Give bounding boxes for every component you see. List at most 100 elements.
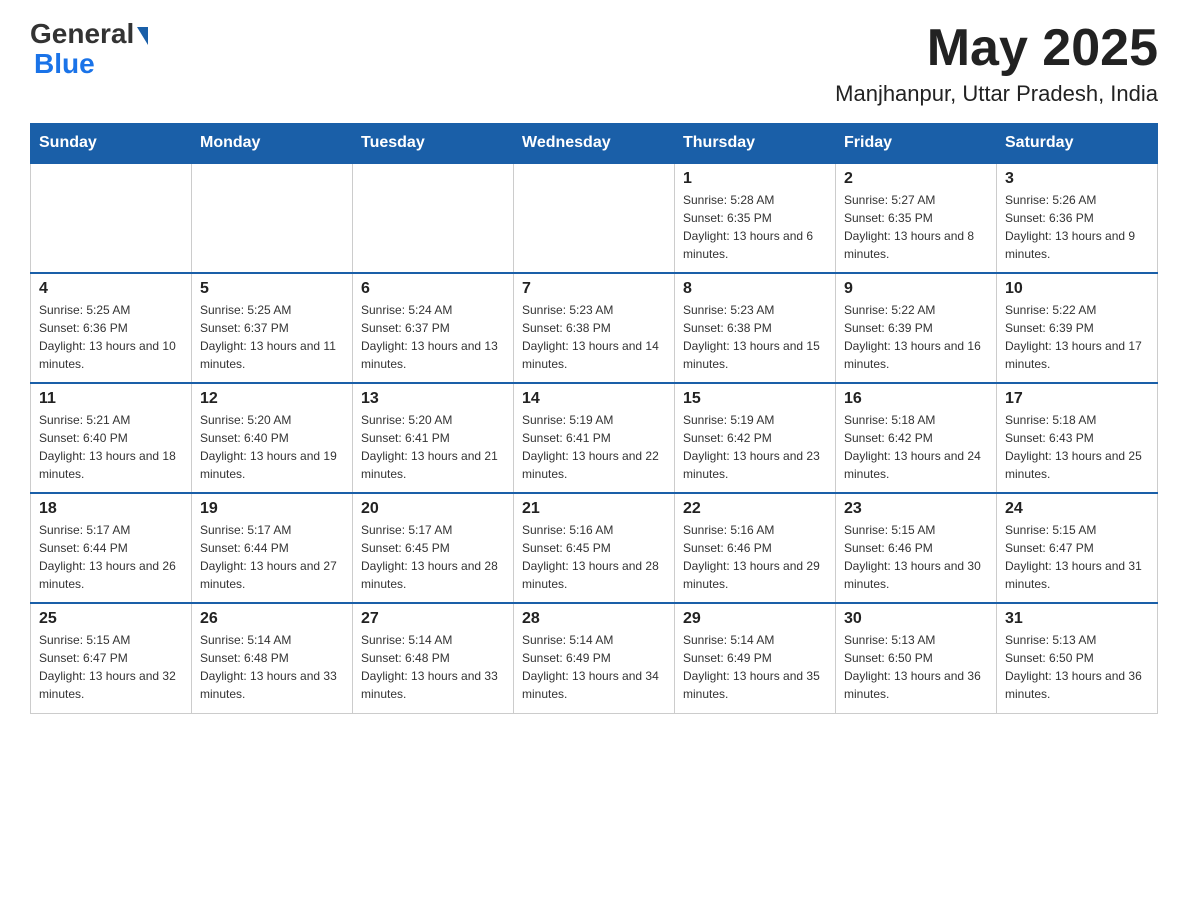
- week-row-1: 1Sunrise: 5:28 AMSunset: 6:35 PMDaylight…: [31, 163, 1158, 273]
- logo: General Blue: [30, 20, 150, 80]
- calendar-day: 15Sunrise: 5:19 AMSunset: 6:42 PMDayligh…: [675, 383, 836, 493]
- day-number: 25: [39, 610, 183, 628]
- day-info: Sunrise: 5:23 AMSunset: 6:38 PMDaylight:…: [522, 301, 666, 373]
- col-sunday: Sunday: [31, 124, 192, 164]
- calendar-day: 9 Sunrise: 5:22 AMSunset: 6:39 PMDaylight…: [836, 273, 997, 383]
- day-info: Sunrise: 5:14 AMSunset: 6:49 PMDaylight:…: [522, 631, 666, 703]
- day-info: Sunrise: 5:14 AMSunset: 6:49 PMDaylight:…: [683, 631, 827, 703]
- logo-triangle-icon: [137, 27, 148, 45]
- day-number: 29: [683, 610, 827, 628]
- calendar-day: 27 Sunrise: 5:14 AMSunset: 6:48 PMDayligh…: [353, 603, 514, 713]
- col-friday: Friday: [836, 124, 997, 164]
- calendar-day: 16 Sunrise: 5:18 AMSunset: 6:42 PMDayligh…: [836, 383, 997, 493]
- day-info: Sunrise: 5:20 AMSunset: 6:40 PMDaylight:…: [200, 411, 344, 483]
- day-number: 14: [522, 390, 666, 408]
- day-info: Sunrise: 5:19 AMSunset: 6:42 PMDaylight:…: [683, 411, 827, 483]
- day-info: Sunrise: 5:27 AMSunset: 6:35 PMDaylight:…: [844, 191, 988, 263]
- day-number: 16: [844, 390, 988, 408]
- day-info: Sunrise: 5:17 AMSunset: 6:45 PMDaylight:…: [361, 521, 505, 593]
- logo-general-text: General: [30, 20, 134, 48]
- calendar-day: 17 Sunrise: 5:18 AMSunset: 6:43 PMDayligh…: [997, 383, 1158, 493]
- day-number: 7: [522, 280, 666, 298]
- calendar-day: [31, 163, 192, 273]
- day-info: Sunrise: 5:22 AMSunset: 6:39 PMDaylight:…: [844, 301, 988, 373]
- day-info: Sunrise: 5:14 AMSunset: 6:48 PMDaylight:…: [200, 631, 344, 703]
- calendar-day: 7 Sunrise: 5:23 AMSunset: 6:38 PMDaylight…: [514, 273, 675, 383]
- day-number: 5: [200, 280, 344, 298]
- calendar-day: 28 Sunrise: 5:14 AMSunset: 6:49 PMDayligh…: [514, 603, 675, 713]
- day-number: 3: [1005, 170, 1149, 188]
- calendar-day: [514, 163, 675, 273]
- day-info: Sunrise: 5:13 AMSunset: 6:50 PMDaylight:…: [1005, 631, 1149, 703]
- calendar-day: 18 Sunrise: 5:17 AMSunset: 6:44 PMDayligh…: [31, 493, 192, 603]
- calendar-day: 25 Sunrise: 5:15 AMSunset: 6:47 PMDayligh…: [31, 603, 192, 713]
- day-info: Sunrise: 5:17 AMSunset: 6:44 PMDaylight:…: [200, 521, 344, 593]
- week-row-5: 25 Sunrise: 5:15 AMSunset: 6:47 PMDayligh…: [31, 603, 1158, 713]
- calendar-day: 13 Sunrise: 5:20 AMSunset: 6:41 PMDayligh…: [353, 383, 514, 493]
- day-info: Sunrise: 5:25 AMSunset: 6:37 PMDaylight:…: [200, 301, 344, 373]
- calendar-day: 14 Sunrise: 5:19 AMSunset: 6:41 PMDayligh…: [514, 383, 675, 493]
- day-number: 6: [361, 280, 505, 298]
- calendar-day: 23Sunrise: 5:15 AMSunset: 6:46 PMDayligh…: [836, 493, 997, 603]
- calendar-day: 26 Sunrise: 5:14 AMSunset: 6:48 PMDayligh…: [192, 603, 353, 713]
- day-info: Sunrise: 5:19 AMSunset: 6:41 PMDaylight:…: [522, 411, 666, 483]
- day-number: 31: [1005, 610, 1149, 628]
- day-info: Sunrise: 5:17 AMSunset: 6:44 PMDaylight:…: [39, 521, 183, 593]
- calendar-day: 3 Sunrise: 5:26 AMSunset: 6:36 PMDaylight…: [997, 163, 1158, 273]
- day-info: Sunrise: 5:18 AMSunset: 6:43 PMDaylight:…: [1005, 411, 1149, 483]
- day-number: 26: [200, 610, 344, 628]
- calendar-day: 24 Sunrise: 5:15 AMSunset: 6:47 PMDayligh…: [997, 493, 1158, 603]
- calendar-day: [353, 163, 514, 273]
- col-tuesday: Tuesday: [353, 124, 514, 164]
- day-number: 13: [361, 390, 505, 408]
- calendar-day: 10Sunrise: 5:22 AMSunset: 6:39 PMDayligh…: [997, 273, 1158, 383]
- day-info: Sunrise: 5:15 AMSunset: 6:47 PMDaylight:…: [1005, 521, 1149, 593]
- day-info: Sunrise: 5:13 AMSunset: 6:50 PMDaylight:…: [844, 631, 988, 703]
- calendar-day: 6 Sunrise: 5:24 AMSunset: 6:37 PMDaylight…: [353, 273, 514, 383]
- day-info: Sunrise: 5:20 AMSunset: 6:41 PMDaylight:…: [361, 411, 505, 483]
- day-info: Sunrise: 5:25 AMSunset: 6:36 PMDaylight:…: [39, 301, 183, 373]
- col-monday: Monday: [192, 124, 353, 164]
- week-row-2: 4 Sunrise: 5:25 AMSunset: 6:36 PMDaylight…: [31, 273, 1158, 383]
- week-row-3: 11 Sunrise: 5:21 AMSunset: 6:40 PMDayligh…: [31, 383, 1158, 493]
- day-number: 28: [522, 610, 666, 628]
- day-number: 27: [361, 610, 505, 628]
- day-number: 11: [39, 390, 183, 408]
- day-info: Sunrise: 5:28 AMSunset: 6:35 PMDaylight:…: [683, 191, 827, 263]
- day-number: 18: [39, 500, 183, 518]
- day-number: 19: [200, 500, 344, 518]
- day-info: Sunrise: 5:21 AMSunset: 6:40 PMDaylight:…: [39, 411, 183, 483]
- day-info: Sunrise: 5:15 AMSunset: 6:47 PMDaylight:…: [39, 631, 183, 703]
- calendar-header-row: Sunday Monday Tuesday Wednesday Thursday…: [31, 124, 1158, 164]
- calendar-day: [192, 163, 353, 273]
- day-info: Sunrise: 5:18 AMSunset: 6:42 PMDaylight:…: [844, 411, 988, 483]
- calendar-day: 22 Sunrise: 5:16 AMSunset: 6:46 PMDayligh…: [675, 493, 836, 603]
- logo-blue-text: Blue: [34, 48, 95, 79]
- day-info: Sunrise: 5:26 AMSunset: 6:36 PMDaylight:…: [1005, 191, 1149, 263]
- day-info: Sunrise: 5:14 AMSunset: 6:48 PMDaylight:…: [361, 631, 505, 703]
- week-row-4: 18 Sunrise: 5:17 AMSunset: 6:44 PMDayligh…: [31, 493, 1158, 603]
- day-number: 2: [844, 170, 988, 188]
- day-info: Sunrise: 5:15 AMSunset: 6:46 PMDaylight:…: [844, 521, 988, 593]
- day-number: 4: [39, 280, 183, 298]
- calendar-day: 12Sunrise: 5:20 AMSunset: 6:40 PMDayligh…: [192, 383, 353, 493]
- day-number: 30: [844, 610, 988, 628]
- day-info: Sunrise: 5:24 AMSunset: 6:37 PMDaylight:…: [361, 301, 505, 373]
- calendar-day: 4 Sunrise: 5:25 AMSunset: 6:36 PMDaylight…: [31, 273, 192, 383]
- col-saturday: Saturday: [997, 124, 1158, 164]
- day-number: 20: [361, 500, 505, 518]
- day-number: 9: [844, 280, 988, 298]
- day-number: 24: [1005, 500, 1149, 518]
- day-info: Sunrise: 5:16 AMSunset: 6:46 PMDaylight:…: [683, 521, 827, 593]
- calendar-day: 19 Sunrise: 5:17 AMSunset: 6:44 PMDayligh…: [192, 493, 353, 603]
- calendar-day: 2 Sunrise: 5:27 AMSunset: 6:35 PMDaylight…: [836, 163, 997, 273]
- calendar-day: 30 Sunrise: 5:13 AMSunset: 6:50 PMDayligh…: [836, 603, 997, 713]
- calendar-day: 11 Sunrise: 5:21 AMSunset: 6:40 PMDayligh…: [31, 383, 192, 493]
- col-thursday: Thursday: [675, 124, 836, 164]
- calendar-day: 29 Sunrise: 5:14 AMSunset: 6:49 PMDayligh…: [675, 603, 836, 713]
- day-number: 21: [522, 500, 666, 518]
- day-number: 17: [1005, 390, 1149, 408]
- day-number: 22: [683, 500, 827, 518]
- day-info: Sunrise: 5:22 AMSunset: 6:39 PMDaylight:…: [1005, 301, 1149, 373]
- calendar-table: Sunday Monday Tuesday Wednesday Thursday…: [30, 123, 1158, 714]
